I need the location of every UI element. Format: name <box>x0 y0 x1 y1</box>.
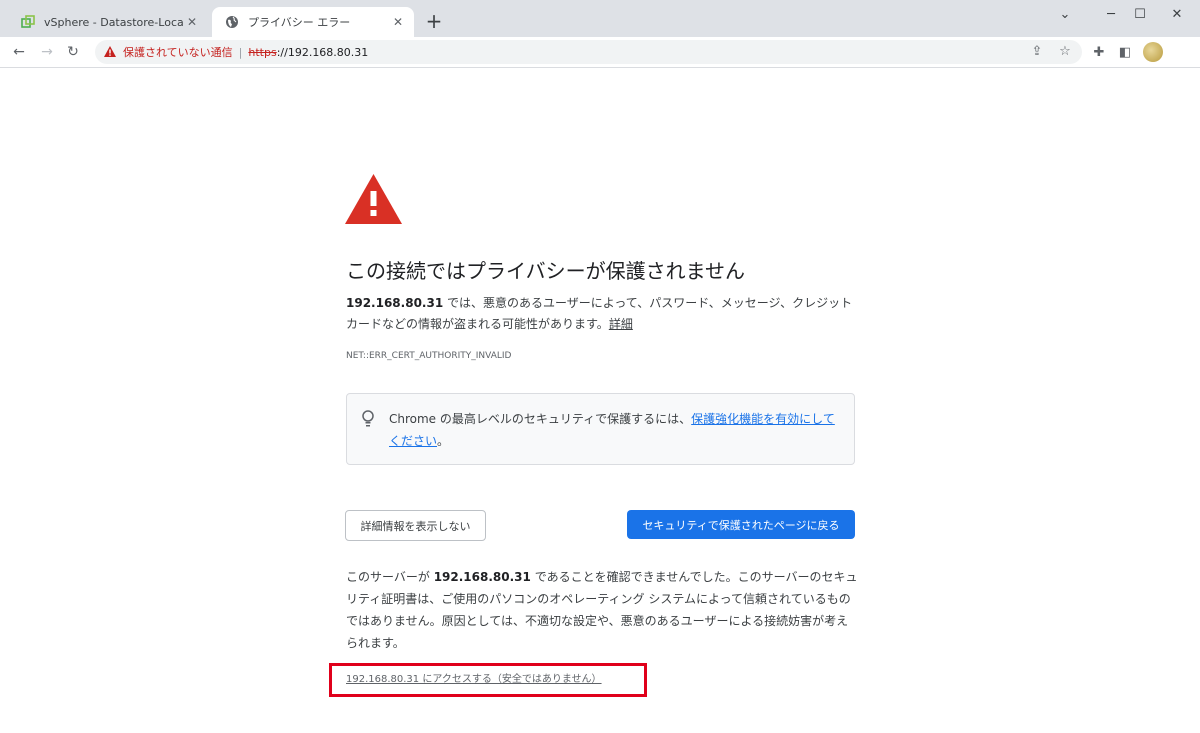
not-secure-label[interactable]: 保護されていない通信 <box>123 44 233 60</box>
details-text: このサーバーが 192.168.80.31 であることを確認できませんでした。こ… <box>346 566 858 654</box>
tab-privacy-error[interactable]: プライバシー エラー ✕ <box>212 7 414 37</box>
page-title: この接続ではプライバシーが保護されません <box>346 259 745 283</box>
description: 192.168.80.31 では、悪意のあるユーザーによって、パスワード、メッセ… <box>346 293 858 335</box>
lightbulb-icon <box>362 410 374 427</box>
info-text-main: Chrome の最高レベルのセキュリティで保護するには、 <box>389 412 692 426</box>
hide-details-button[interactable]: 詳細情報を表示しない <box>345 510 486 541</box>
url-scheme: https <box>248 45 277 59</box>
address-bar[interactable]: 保護されていない通信 | https ://192.168.80.31 <box>95 40 1082 64</box>
close-tab-icon[interactable]: ✕ <box>184 14 200 30</box>
warning-triangle-icon <box>104 46 116 57</box>
interstitial-page: この接続ではプライバシーが保護されません 192.168.80.31 では、悪意… <box>0 69 1200 733</box>
enhanced-protection-box: Chrome の最高レベルのセキュリティで保護するには、保護強化機能を有効にして… <box>346 393 855 465</box>
profile-avatar[interactable] <box>1143 42 1163 62</box>
details-pre: このサーバーが <box>346 570 434 584</box>
tab-title: vSphere - Datastore-Local-VMFS <box>44 15 184 29</box>
forward-button[interactable]: → <box>36 41 58 63</box>
extensions-puzzle-icon[interactable]: ✚ <box>1088 41 1110 63</box>
tab-title: プライバシー エラー <box>248 16 351 29</box>
globe-icon <box>224 14 240 30</box>
highlight-annotation-box <box>329 663 647 697</box>
tab-search-chevron-icon[interactable]: ⌄ <box>1042 0 1088 28</box>
learn-more-link[interactable]: 詳細 <box>609 317 633 331</box>
separator: | <box>238 45 243 59</box>
side-panel-icon[interactable]: ◧ <box>1114 41 1136 63</box>
back-button[interactable]: ← <box>8 41 30 63</box>
share-icon[interactable]: ⇪ <box>1026 40 1048 62</box>
toolbar: ← → ↻ 保護されていない通信 | https ://192.168.80.3… <box>0 37 1200 68</box>
bookmark-star-icon[interactable]: ☆ <box>1054 40 1076 62</box>
tab-strip: vSphere - Datastore-Local-VMFS ✕ プライバシー … <box>0 0 1200 37</box>
info-text: Chrome の最高レベルのセキュリティで保護するには、保護強化機能を有効にして… <box>389 408 839 452</box>
url-host: ://192.168.80.31 <box>276 45 369 59</box>
warning-triangle-icon <box>345 174 402 224</box>
close-window-button[interactable]: ✕ <box>1154 0 1200 28</box>
host-label: 192.168.80.31 <box>346 296 444 310</box>
new-tab-button[interactable]: + <box>422 10 446 34</box>
close-tab-icon[interactable]: ✕ <box>390 14 406 30</box>
info-text-end: 。 <box>437 434 450 448</box>
error-code: NET::ERR_CERT_AUTHORITY_INVALID <box>346 351 512 361</box>
details-host: 192.168.80.31 <box>433 570 531 584</box>
tab-vsphere[interactable]: vSphere - Datastore-Local-VMFS ✕ <box>8 7 208 37</box>
back-to-safety-button[interactable]: セキュリティで保護されたページに戻る <box>627 510 855 539</box>
vsphere-favicon-icon <box>20 14 36 30</box>
reload-button[interactable]: ↻ <box>62 41 84 63</box>
